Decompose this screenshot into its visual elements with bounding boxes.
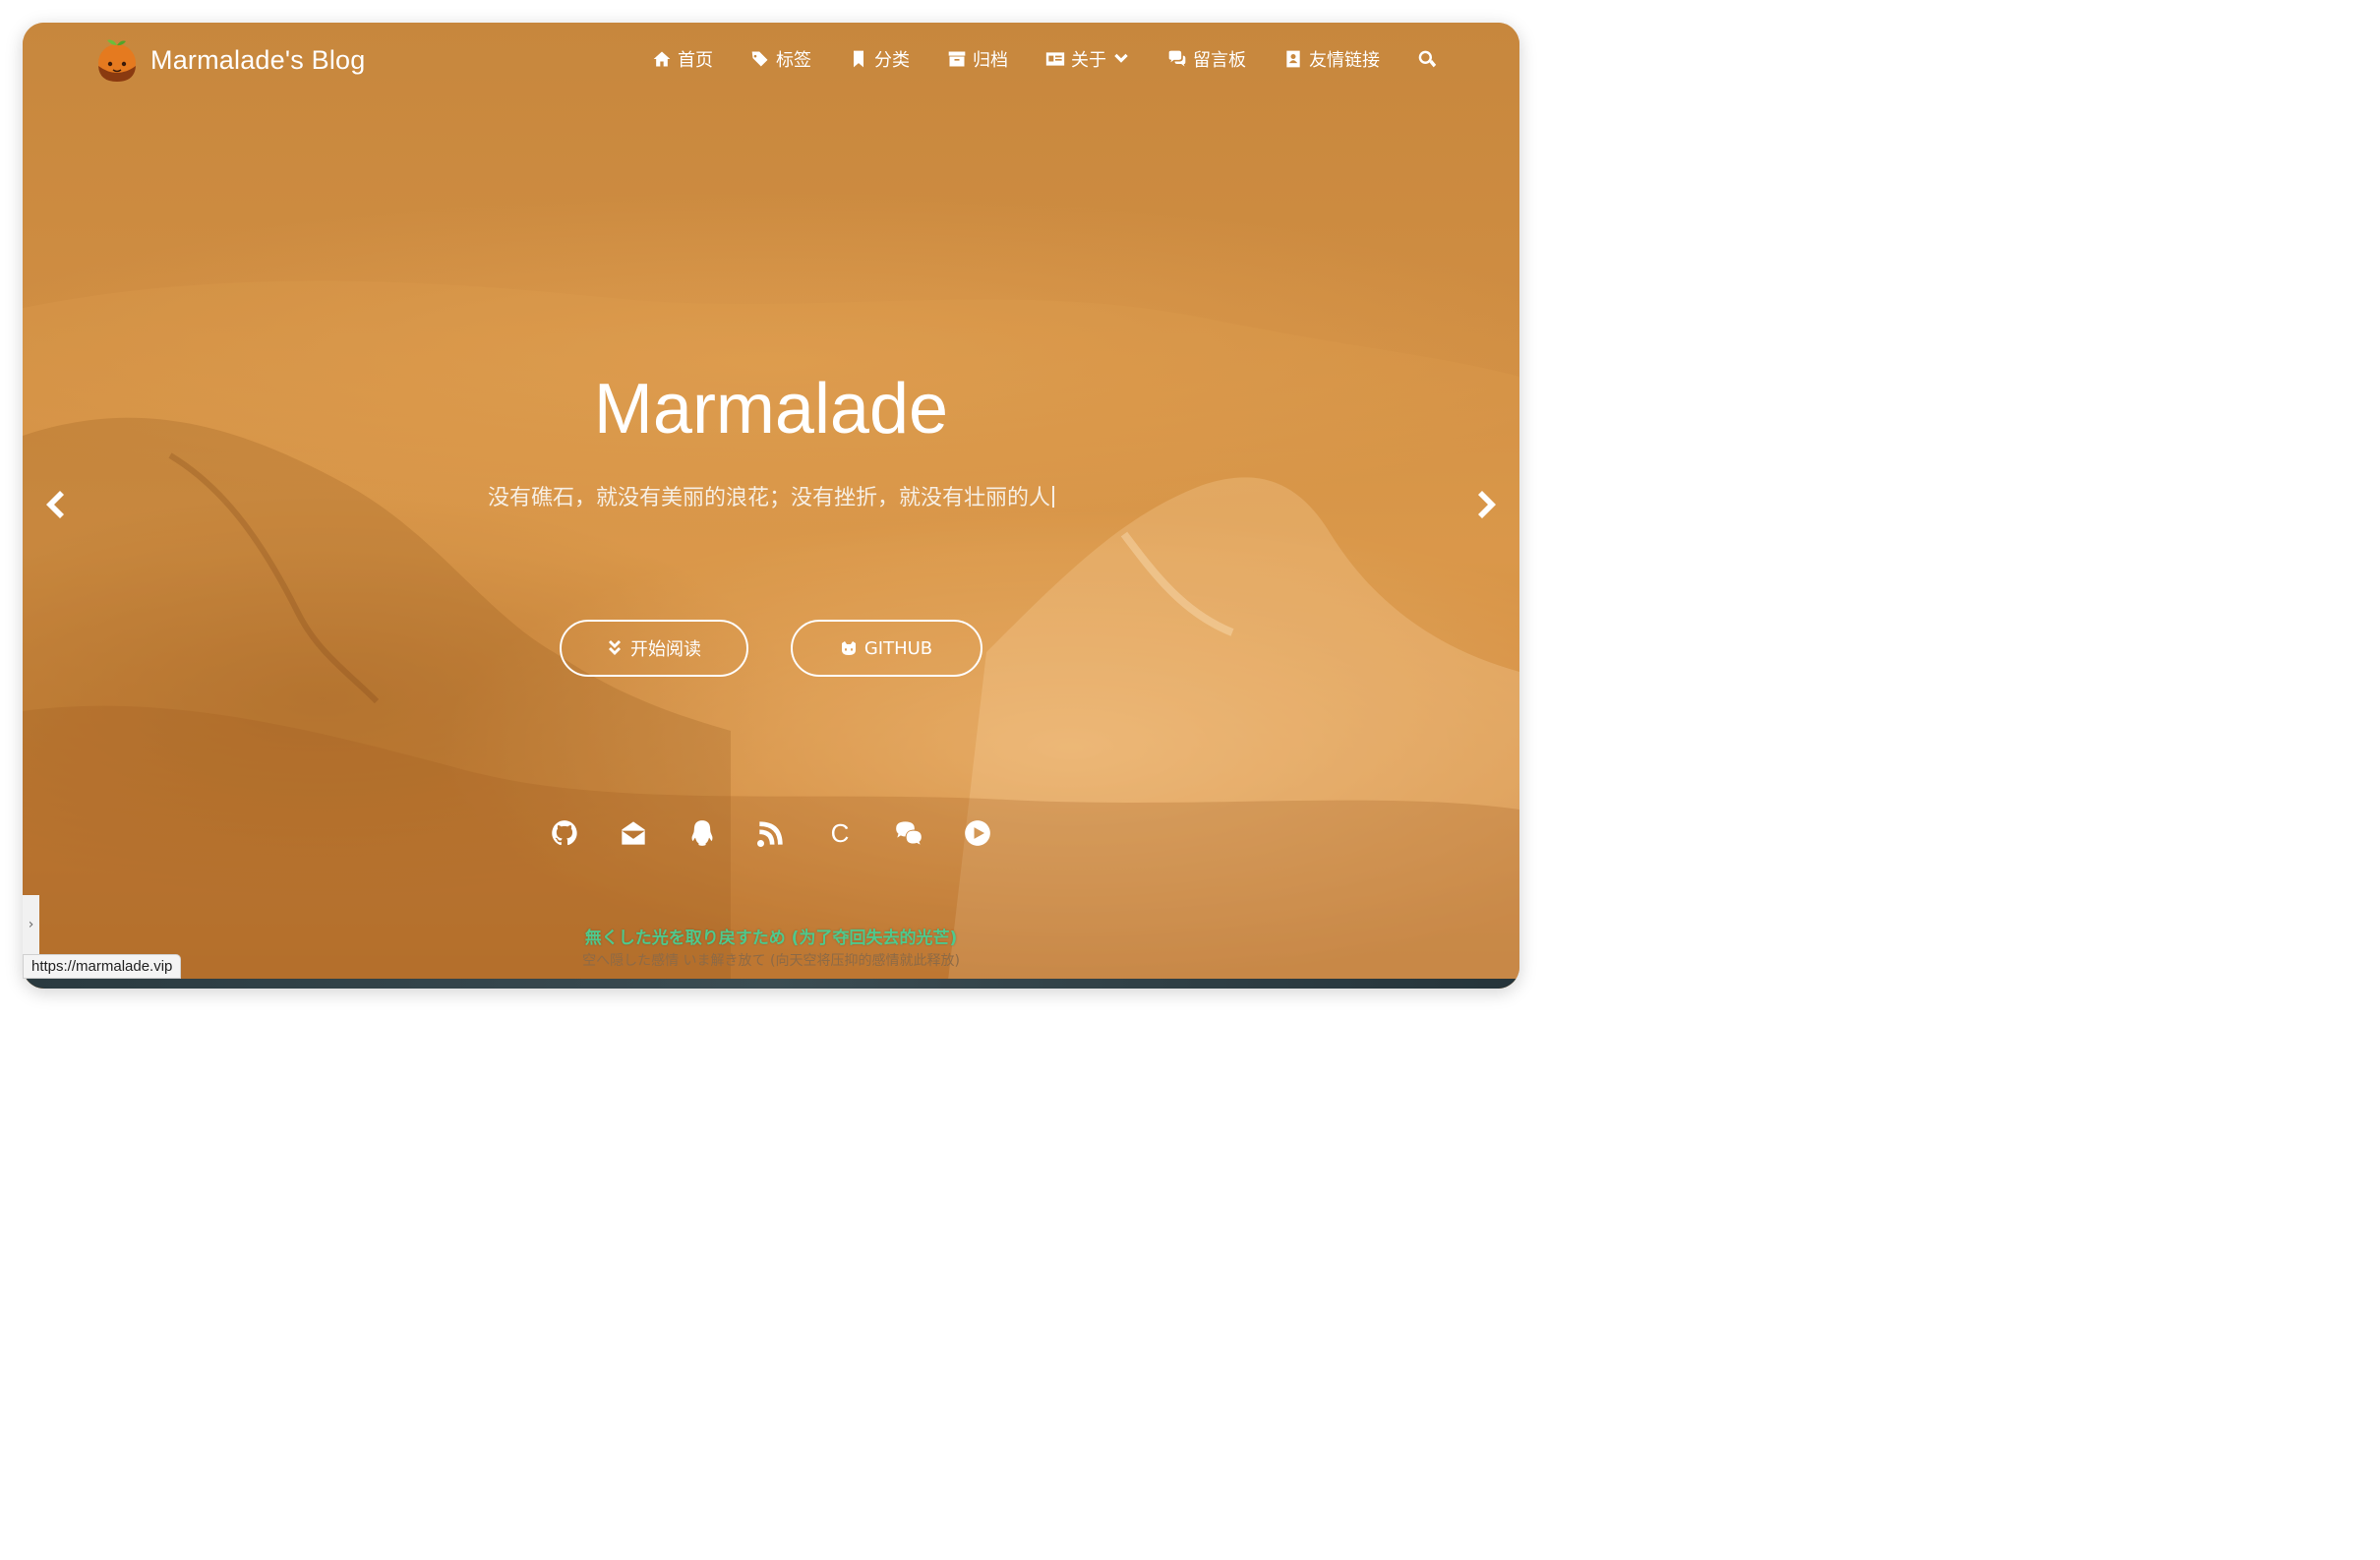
start-reading-label: 开始阅读 bbox=[630, 639, 701, 660]
social-qq[interactable] bbox=[688, 816, 716, 850]
music-lyrics: 無くした光を取り戻すため (为了夺回失去的光芒) 空へ隠した感情 いま解き放て … bbox=[23, 924, 1519, 970]
nav-categories-label: 分类 bbox=[874, 50, 910, 71]
social-wechat[interactable] bbox=[895, 816, 922, 850]
next-section-edge bbox=[23, 979, 1519, 989]
nav-about[interactable]: 关于 bbox=[1045, 46, 1130, 72]
bilibili-play-icon bbox=[965, 820, 990, 846]
nav-archive[interactable]: 归档 bbox=[947, 46, 1008, 72]
orange-logo-icon bbox=[98, 39, 136, 82]
social-rss[interactable] bbox=[757, 816, 785, 850]
nav-tags-label: 标签 bbox=[776, 50, 811, 71]
nav-search[interactable] bbox=[1417, 49, 1437, 69]
github-label: GITHUB bbox=[863, 637, 933, 659]
nav-categories[interactable]: 分类 bbox=[849, 46, 910, 72]
social-csdn[interactable]: C bbox=[826, 816, 854, 850]
github-icon bbox=[552, 820, 577, 846]
navbar: Marmalade's Blog 首页 标签 分类 归档 关于 留言板 友情链接 bbox=[23, 23, 1519, 101]
qq-icon bbox=[691, 820, 713, 846]
wechat-icon bbox=[896, 821, 922, 845]
nav-home[interactable]: 首页 bbox=[652, 46, 713, 72]
rss-icon bbox=[757, 821, 783, 847]
nav-home-label: 首页 bbox=[678, 50, 713, 71]
brand[interactable]: Marmalade's Blog bbox=[93, 36, 365, 84]
social-links: C bbox=[23, 816, 1519, 850]
csdn-icon: C bbox=[830, 817, 850, 848]
nav-archive-label: 归档 bbox=[973, 50, 1008, 71]
hero-subtitle-line: 没有礁石，就没有美丽的浪花；没有挫折，就没有壮丽的人 bbox=[23, 480, 1519, 511]
hero-title: Marmalade bbox=[593, 370, 949, 449]
browser-window: Marmalade's Blog 首页 标签 分类 归档 关于 留言板 友情链接… bbox=[23, 23, 1519, 989]
typing-cursor bbox=[1052, 486, 1054, 508]
nav-tags[interactable]: 标签 bbox=[750, 46, 811, 72]
comments-icon bbox=[1168, 50, 1186, 67]
social-email[interactable] bbox=[620, 816, 647, 850]
aplayer-toggle-tab[interactable]: › bbox=[23, 895, 39, 954]
main-nav: 首页 标签 分类 归档 关于 留言板 友情链接 bbox=[652, 46, 1437, 72]
bookmark-icon bbox=[854, 50, 863, 68]
brand-title: Marmalade's Blog bbox=[150, 44, 366, 75]
lyric-line-next: 空へ隠した感情 いま解き放て (向天空将压抑的感情就此释放) bbox=[582, 953, 960, 969]
id-card-icon bbox=[1045, 52, 1065, 66]
nav-guestbook[interactable]: 留言板 bbox=[1167, 46, 1246, 72]
hero-subtitle: 没有礁石，就没有美丽的浪花；没有挫折，就没有壮丽的人 bbox=[487, 486, 1050, 510]
chevron-down-icon bbox=[1114, 53, 1128, 63]
github-cat-icon bbox=[841, 641, 856, 655]
social-bilibili[interactable] bbox=[964, 816, 991, 850]
email-icon bbox=[622, 821, 645, 845]
search-icon bbox=[1418, 50, 1437, 68]
nav-friend-links-label: 友情链接 bbox=[1309, 50, 1380, 71]
nav-about-label: 关于 bbox=[1071, 50, 1106, 71]
lyric-line-current: 無くした光を取り戻すため (为了夺回失去的光芒) bbox=[584, 929, 958, 948]
double-chevron-down-icon bbox=[609, 640, 621, 655]
start-reading-button[interactable]: 开始阅读 bbox=[560, 620, 748, 677]
nav-guestbook-label: 留言板 bbox=[1193, 50, 1246, 71]
github-button[interactable]: GITHUB bbox=[791, 620, 982, 677]
home-icon bbox=[653, 51, 671, 67]
social-github[interactable] bbox=[551, 816, 578, 850]
chevron-right-small-icon: › bbox=[28, 917, 34, 932]
nav-friend-links[interactable]: 友情链接 bbox=[1283, 46, 1380, 72]
archive-icon bbox=[948, 51, 966, 67]
contact-icon bbox=[1286, 50, 1300, 68]
status-bar-url: https://marmalade.vip bbox=[23, 954, 182, 979]
tags-icon bbox=[751, 51, 768, 67]
